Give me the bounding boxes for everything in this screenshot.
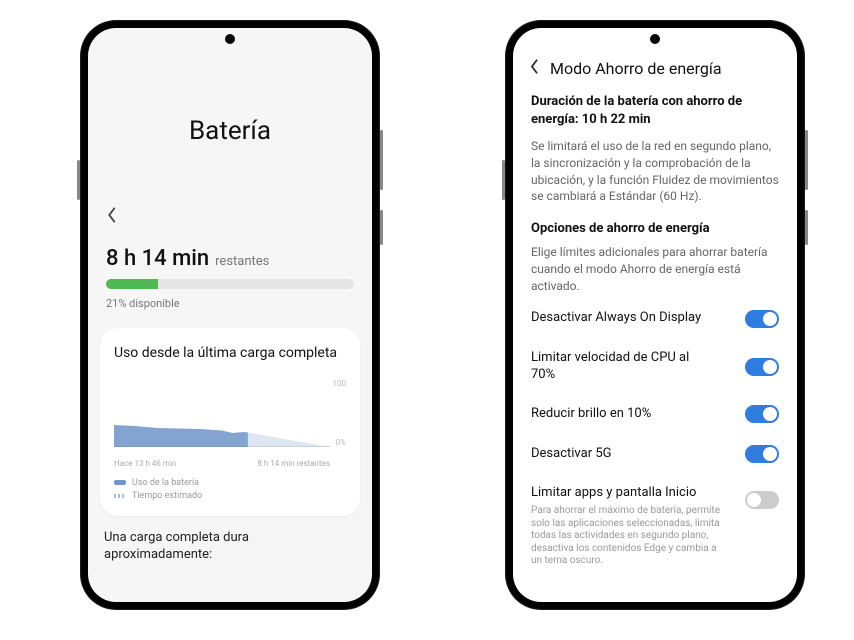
chevron-left-icon [529, 58, 540, 75]
full-charge-duration: Una carga completa dura aproximadamente: [104, 530, 356, 564]
front-camera-icon [225, 34, 235, 44]
chevron-left-icon [106, 206, 118, 224]
battery-usage-chart: 100 0% [114, 379, 346, 457]
legend-usage: Uso de la batería [132, 478, 199, 488]
remaining-suffix: restantes [215, 254, 269, 269]
option-cpu-limit[interactable]: Limitar velocidad de CPU al 70% [513, 339, 797, 395]
legend-est: Tiempo estimado [132, 491, 202, 501]
page-title: Batería [88, 116, 372, 146]
front-camera-icon [650, 34, 660, 44]
back-button[interactable] [106, 206, 124, 224]
phone-frame-battery: Batería 8 h 14 min restantes 21% disponi… [80, 20, 380, 610]
option-limit-apps[interactable]: Limitar apps y pantalla Inicio Para ahor… [513, 474, 797, 578]
chart-x-left: Hace 13 h 46 min [114, 459, 176, 468]
option-brightness[interactable]: Reducir brillo en 10% [513, 394, 797, 434]
phone-frame-power-saving: Modo Ahorro de energía Duración de la ba… [505, 20, 805, 610]
option-5g[interactable]: Desactivar 5G [513, 434, 797, 474]
chart-x-right: 8 h 14 min restantes [257, 459, 330, 468]
battery-bar-fill [106, 279, 158, 289]
option-label: Limitar velocidad de CPU al 70% [531, 350, 711, 384]
available-text: 21% disponible [106, 297, 354, 310]
option-label: Limitar apps y pantalla Inicio [531, 485, 711, 502]
toggle-cpu-limit[interactable] [745, 358, 779, 376]
toggle-limit-apps[interactable] [745, 491, 779, 509]
toggle-always-on-display[interactable] [745, 310, 779, 328]
back-button[interactable] [529, 58, 540, 79]
legend-swatch-usage-icon [114, 480, 126, 485]
screen-power-saving: Modo Ahorro de energía Duración de la ba… [513, 28, 797, 602]
battery-bar [106, 279, 354, 289]
option-label: Reducir brillo en 10% [531, 406, 651, 423]
usage-card[interactable]: Uso desde la última carga completa 100 0… [100, 328, 360, 516]
option-always-on-display[interactable]: Desactivar Always On Display [513, 299, 797, 339]
option-sub: Para ahorrar el máximo de batería, permi… [531, 505, 721, 568]
duration-desc: Se limitará el uso de la red en segundo … [531, 138, 779, 205]
remaining-time: 8 h 14 min [106, 246, 209, 271]
page-title: Modo Ahorro de energía [550, 59, 722, 78]
screen-battery: Batería 8 h 14 min restantes 21% disponi… [88, 28, 372, 602]
option-label: Desactivar Always On Display [531, 310, 701, 327]
chart-legend: Uso de la batería Tiempo estimado [114, 478, 346, 501]
chart-y-100: 100 [333, 379, 347, 388]
legend-swatch-est-icon [114, 494, 126, 498]
toggle-5g[interactable] [745, 445, 779, 463]
options-section-title: Opciones de ahorro de energía [531, 221, 779, 236]
options-list: Desactivar Always On Display Limitar vel… [513, 299, 797, 579]
options-section-desc: Elige límites adicionales para ahorrar b… [531, 244, 779, 294]
chart-y-0: 0% [336, 438, 346, 447]
toggle-brightness[interactable] [745, 405, 779, 423]
option-label: Desactivar 5G [531, 446, 612, 463]
chart-svg [114, 379, 330, 447]
duration-label: Duración de la batería con ahorro de ene… [531, 93, 779, 128]
usage-card-title: Uso desde la última carga completa [114, 344, 346, 363]
remaining-block: 8 h 14 min restantes 21% disponible [106, 246, 354, 310]
